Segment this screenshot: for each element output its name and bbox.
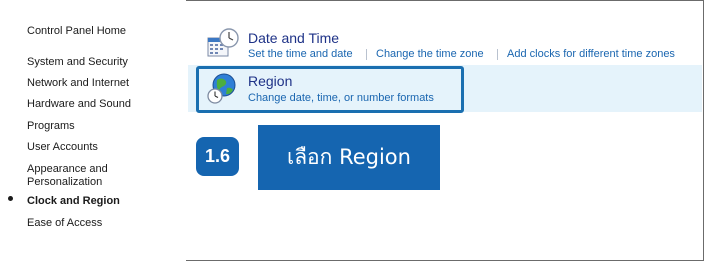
sidebar-item-appearance-and-personalization[interactable]: Appearance and Personalization [27,163,117,189]
sidebar-item-network-and-internet[interactable]: Network and Internet [27,77,177,90]
sidebar-item-control-panel-home[interactable]: Control Panel Home [27,25,177,38]
link-separator [497,49,498,60]
sidebar: Control Panel Home System and Security N… [0,0,186,261]
link-set-time-and-date[interactable]: Set the time and date [248,48,353,61]
step-number-badge: 1.6 [196,137,239,176]
region-highlight-box [196,66,464,113]
link-change-time-zone[interactable]: Change the time zone [376,48,484,61]
sidebar-item-clock-and-region[interactable]: Clock and Region [27,195,177,208]
sidebar-item-user-accounts[interactable]: User Accounts [27,141,177,154]
date-and-time-title[interactable]: Date and Time [248,30,339,46]
sidebar-item-hardware-and-sound[interactable]: Hardware and Sound [27,98,177,111]
link-add-clocks[interactable]: Add clocks for different time zones [507,48,675,61]
date-and-time-icon[interactable] [206,28,240,60]
link-separator [366,49,367,60]
instruction-callout: เลือก Region [258,125,440,190]
sidebar-item-programs[interactable]: Programs [27,120,177,133]
sidebar-item-system-and-security[interactable]: System and Security [27,56,177,69]
current-item-bullet [8,196,13,201]
sidebar-item-ease-of-access[interactable]: Ease of Access [27,217,177,230]
